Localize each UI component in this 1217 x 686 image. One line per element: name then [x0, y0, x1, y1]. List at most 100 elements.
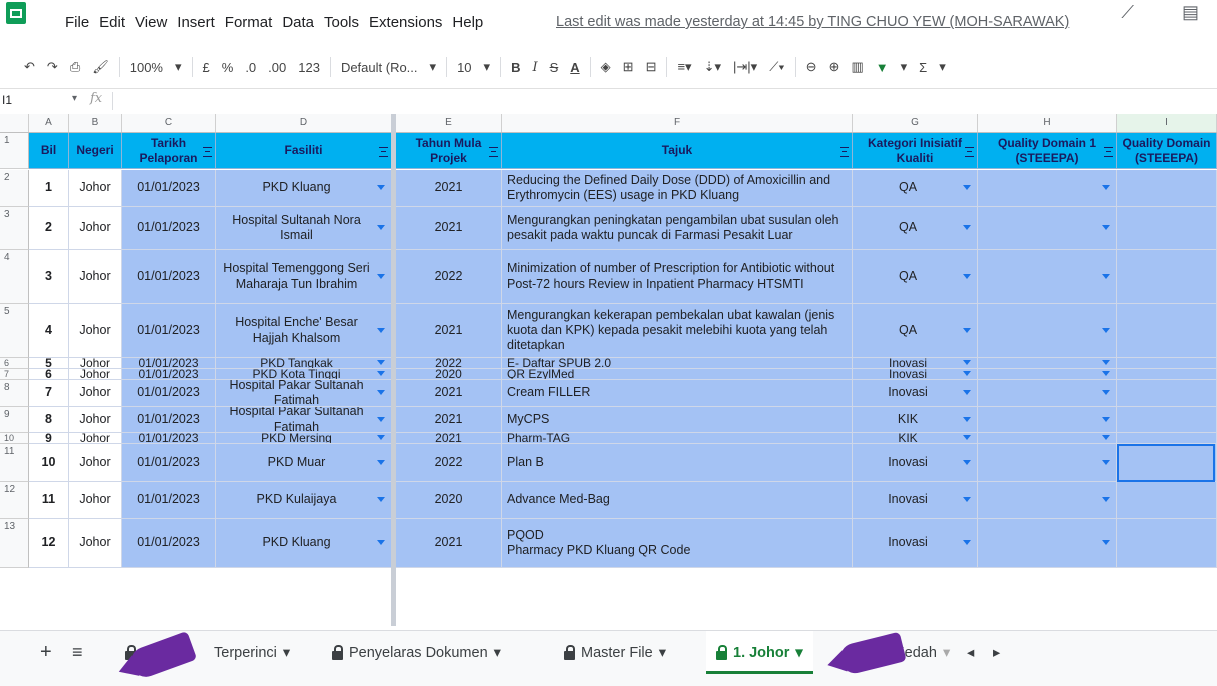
cell-negeri[interactable]: Johor	[69, 170, 122, 207]
column-header-i[interactable]: I	[1117, 114, 1217, 132]
merge-cells-icon[interactable]: ⊟	[640, 59, 663, 75]
dropdown-arrow-icon[interactable]	[963, 225, 971, 230]
tab-master-file[interactable]: Master File ▾	[564, 644, 666, 661]
column-header-e[interactable]: E	[396, 114, 502, 132]
dropdown-arrow-icon[interactable]	[377, 435, 385, 440]
header-cell-qd2[interactable]: Quality Domain (STEEEPA)	[1117, 133, 1217, 169]
increase-decimal-button[interactable]: .00	[262, 60, 292, 75]
filter-icon[interactable]	[1104, 146, 1113, 157]
dropdown-arrow-icon[interactable]	[377, 390, 385, 395]
cell-kategori[interactable]: Inovasi	[853, 519, 978, 568]
cell-kategori[interactable]: Inovasi	[853, 482, 978, 519]
name-box[interactable]: I1	[2, 93, 12, 107]
cell-tahun[interactable]: 2022	[396, 250, 502, 304]
cell-kategori[interactable]: Inovasi	[853, 369, 978, 380]
column-header-g[interactable]: G	[853, 114, 978, 132]
cell-negeri[interactable]: Johor	[69, 358, 122, 369]
cell-bil[interactable]: 12	[29, 519, 69, 568]
cell-kategori[interactable]: QA	[853, 304, 978, 358]
cell-qd1[interactable]	[978, 250, 1117, 304]
header-cell-fasiliti[interactable]: Fasiliti	[216, 133, 392, 169]
cell-tahun[interactable]: 2022	[396, 444, 502, 482]
menu-view[interactable]: View	[130, 14, 172, 31]
cell-bil[interactable]: 11	[29, 482, 69, 519]
filter-icon[interactable]	[965, 146, 974, 157]
cell-kategori[interactable]: Inovasi	[853, 358, 978, 369]
dropdown-arrow-icon[interactable]	[963, 497, 971, 502]
cell-tarikh[interactable]: 01/01/2023	[122, 519, 216, 568]
cell-tajuk[interactable]: QR EzylMed	[502, 369, 853, 380]
cell-tarikh[interactable]: 01/01/2023	[122, 369, 216, 380]
chevron-down-icon[interactable]: ▾	[494, 645, 501, 661]
cell-negeri[interactable]: Johor	[69, 407, 122, 433]
cell-fasiliti[interactable]: PKD Mersing	[216, 433, 392, 444]
row-number[interactable]: 6	[0, 358, 29, 369]
menu-data[interactable]: Data	[277, 14, 319, 31]
row-number[interactable]: 9	[0, 407, 29, 433]
cell-tajuk[interactable]: Reducing the Defined Daily Dose (DDD) of…	[502, 170, 853, 207]
redo-icon[interactable]: ↷	[41, 59, 64, 75]
cell-bil[interactable]: 5	[29, 358, 69, 369]
dropdown-arrow-icon[interactable]	[1102, 225, 1110, 230]
dropdown-arrow-icon[interactable]	[1102, 273, 1110, 279]
cell-qd1[interactable]	[978, 369, 1117, 380]
text-rotation-icon[interactable]: ⟋▾	[763, 59, 790, 75]
header-cell-negeri[interactable]: Negeri	[69, 133, 122, 169]
cell-bil[interactable]: 2	[29, 207, 69, 250]
row-number[interactable]: 10	[0, 433, 29, 444]
cell-tahun[interactable]: 2021	[396, 380, 502, 407]
font-select[interactable]: Default (Ro...	[335, 60, 424, 75]
dropdown-arrow-icon[interactable]	[1102, 435, 1110, 440]
chevron-down-icon[interactable]: ▾	[795, 645, 802, 661]
cell-qd1[interactable]	[978, 444, 1117, 482]
cell-tarikh[interactable]: 01/01/2023	[122, 250, 216, 304]
zoom-select[interactable]: 100%	[124, 60, 169, 75]
column-header-d[interactable]: D	[216, 114, 392, 132]
cell-qd1[interactable]	[978, 358, 1117, 369]
cell-tajuk[interactable]: Mengurangkan kekerapan pembekalan ubat k…	[502, 304, 853, 358]
cell-negeri[interactable]: Johor	[69, 444, 122, 482]
menu-extensions[interactable]: Extensions	[364, 14, 447, 31]
cell-tarikh[interactable]: 01/01/2023	[122, 482, 216, 519]
dropdown-arrow-icon[interactable]	[377, 459, 385, 465]
cell-negeri[interactable]: Johor	[69, 380, 122, 407]
row-number[interactable]: 4	[0, 250, 29, 304]
column-header-f[interactable]: F	[502, 114, 853, 132]
row-number[interactable]: 8	[0, 380, 29, 407]
dropdown-arrow-icon[interactable]	[1102, 497, 1110, 502]
cell-qd1[interactable]	[978, 170, 1117, 207]
text-color-button[interactable]: A	[564, 60, 585, 75]
header-cell-tajuk[interactable]: Tajuk	[502, 133, 853, 169]
cell-qd2[interactable]	[1117, 380, 1217, 407]
cell-kategori[interactable]: QA	[853, 170, 978, 207]
cell-fasiliti[interactable]: Hospital Enche' Besar Hajjah Khalsom	[216, 304, 392, 358]
dropdown-arrow-icon[interactable]	[377, 327, 385, 333]
dropdown-arrow-icon[interactable]	[377, 497, 385, 502]
cell-tahun[interactable]: 2020	[396, 482, 502, 519]
cell-bil[interactable]: 6	[29, 369, 69, 380]
cell-tarikh[interactable]: 01/01/2023	[122, 433, 216, 444]
fill-color-icon[interactable]: ◈	[595, 59, 617, 75]
row-number[interactable]: 13	[0, 519, 29, 568]
activity-icon[interactable]: ⟋	[1121, 2, 1134, 23]
cell-qd2[interactable]	[1117, 304, 1217, 358]
filter-icon[interactable]	[489, 146, 498, 157]
cell-fasiliti[interactable]: PKD Kluang	[216, 519, 392, 568]
cell-qd2[interactable]	[1117, 369, 1217, 380]
cell-negeri[interactable]: Johor	[69, 207, 122, 250]
cell-bil[interactable]: 4	[29, 304, 69, 358]
cell-qd2[interactable]	[1117, 433, 1217, 444]
strikethrough-button[interactable]: S	[544, 60, 565, 75]
cell-qd1[interactable]	[978, 433, 1117, 444]
chevron-down-icon[interactable]: ▾	[659, 645, 666, 661]
borders-icon[interactable]: ⊞	[617, 59, 640, 75]
header-cell-bil[interactable]: Bil	[29, 133, 69, 169]
dropdown-arrow-icon[interactable]	[377, 185, 385, 190]
comments-icon[interactable]: ▤	[1182, 2, 1199, 23]
cell-negeri[interactable]: Johor	[69, 519, 122, 568]
cell-qd1[interactable]	[978, 519, 1117, 568]
font-size-select[interactable]: 10	[451, 60, 477, 75]
cell-fasiliti[interactable]: Hospital Pakar Sultanah Fatimah	[216, 407, 392, 433]
cell-tarikh[interactable]: 01/01/2023	[122, 380, 216, 407]
bold-button[interactable]: B	[505, 60, 526, 75]
